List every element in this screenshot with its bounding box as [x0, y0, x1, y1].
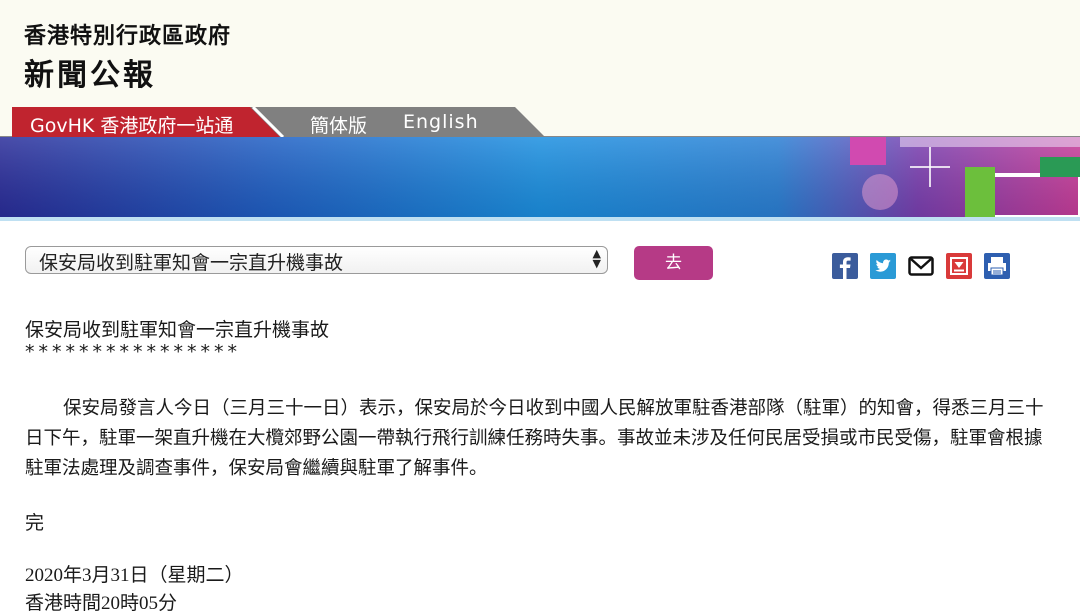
government-name: 香港特別行政區政府: [24, 24, 232, 49]
article-select-value: 保安局收到駐軍知會一宗直升機事故: [39, 252, 344, 274]
article-select[interactable]: 保安局收到駐軍知會一宗直升機事故 ▲ ▼: [25, 246, 608, 274]
english-link[interactable]: English: [403, 111, 479, 133]
select-arrows-icon: ▲ ▼: [592, 247, 601, 270]
end-mark: 完: [25, 512, 45, 534]
section-title: 新聞公報: [24, 58, 156, 93]
email-icon[interactable]: [908, 253, 934, 279]
masthead: 香港特別行政區政府 新聞公報: [0, 0, 1080, 107]
facebook-icon[interactable]: [832, 253, 858, 279]
release-date: 2020年3月31日（星期二）: [25, 565, 244, 586]
twitter-icon[interactable]: [870, 253, 896, 279]
bookmark-icon[interactable]: [946, 253, 972, 279]
banner-strip: [0, 217, 1080, 221]
headline-separator: ****************: [25, 341, 241, 363]
top-nav: GovHK 香港政府一站通 簡体版 English: [0, 107, 1080, 137]
article-body: 保安局發言人今日（三月三十一日）表示，保安局於今日收到中國人民解放軍駐香港部隊（…: [25, 398, 1044, 479]
banner-graphic: [0, 137, 1080, 217]
simplified-chinese-link[interactable]: 簡体版: [310, 111, 367, 138]
article-headline: 保安局收到駐軍知會一宗直升機事故: [25, 319, 330, 341]
grey-tab-shape: [250, 107, 545, 137]
release-time: 香港時間20時05分: [25, 593, 178, 614]
print-icon[interactable]: [984, 253, 1010, 279]
go-button[interactable]: 去: [634, 246, 713, 280]
banner: [0, 137, 1080, 217]
govhk-link[interactable]: GovHK 香港政府一站通: [30, 111, 233, 138]
